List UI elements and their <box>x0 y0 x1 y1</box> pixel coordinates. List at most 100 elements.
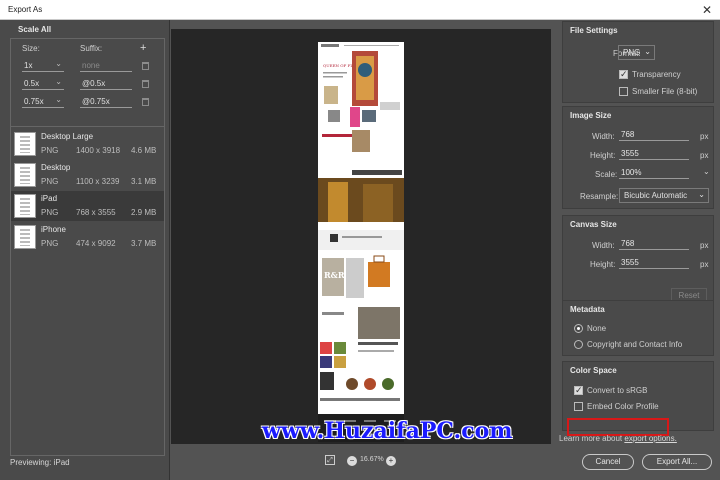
fit-screen-icon[interactable]: ⤢ <box>325 455 335 465</box>
close-icon[interactable]: ✕ <box>702 3 712 17</box>
preset-format: PNG <box>41 208 59 217</box>
chevron-down-icon: ⌄ <box>644 47 651 56</box>
canvas-size-panel: Canvas Size Width: 768 px Height: 3555 p… <box>562 215 714 311</box>
preset-item-ipad[interactable]: iPad PNG 768 x 3555 2.9 MB <box>11 191 164 221</box>
preset-format: PNG <box>41 177 59 186</box>
trash-icon[interactable] <box>142 62 149 70</box>
image-size-panel: Image Size Width: 768 px Height: 3555 px… <box>562 106 714 209</box>
format-select[interactable]: PNG ⌄ <box>618 45 655 60</box>
canvas-width-label: Width: <box>592 241 615 250</box>
canvas-height-input[interactable]: 3555 <box>619 257 689 269</box>
px-unit: px <box>700 241 709 250</box>
dialog-body: Scale All Size: Suffix: + 1x ⌄ none 0.5x ⌄… <box>0 20 720 480</box>
preset-item-desktop[interactable]: Desktop PNG 1100 x 3239 3.1 MB <box>11 160 164 190</box>
zoom-in-button[interactable]: + <box>386 456 396 466</box>
resample-select[interactable]: Bicubic Automatic ⌄ <box>619 188 709 203</box>
preset-item-desktop-large[interactable]: Desktop Large PNG 1400 x 3918 4.6 MB <box>11 129 164 159</box>
convert-srgb-checkbox[interactable] <box>574 385 583 396</box>
chevron-down-icon[interactable]: ⌄ <box>703 167 710 176</box>
watermark-text: www.HuzaifaPC.com <box>262 418 513 444</box>
scale-size-select[interactable]: 1x ⌄ <box>22 59 64 72</box>
embed-profile-label: Embed Color Profile <box>587 402 659 411</box>
chevron-down-icon: ⌄ <box>55 59 62 68</box>
preview-page-image: QUEEN OF FLORA R&R <box>318 42 404 442</box>
scale-size-select[interactable]: 0.75x ⌄ <box>22 95 64 108</box>
transparency-checkbox[interactable] <box>619 69 628 80</box>
px-unit: px <box>700 151 709 160</box>
right-panel: File Settings Format: PNG⌄ Transparency … <box>556 20 720 480</box>
previewing-status: Previewing: iPad <box>10 458 70 467</box>
file-settings-panel: File Settings Format: PNG⌄ Transparency … <box>562 21 714 103</box>
preset-dimensions: 1400 x 3918 <box>76 146 121 155</box>
transparency-label: Transparency <box>632 70 681 79</box>
title-bar: Export As ✕ <box>0 0 720 20</box>
canvas-size-heading: Canvas Size <box>570 220 617 229</box>
preset-name: Desktop Large <box>41 132 94 141</box>
preset-file-size: 2.9 MB <box>131 208 157 217</box>
preset-name: Desktop <box>41 163 71 172</box>
scale-select[interactable]: 100% <box>619 167 689 179</box>
metadata-panel: Metadata None Copyright and Contact Info <box>562 300 714 356</box>
px-unit: px <box>700 260 709 269</box>
export-all-button[interactable]: Export All... <box>642 454 712 470</box>
scale-size-select[interactable]: 0.5x ⌄ <box>22 77 64 90</box>
scale-suffix-input[interactable]: none <box>80 59 132 72</box>
scale-suffix-input[interactable]: @0.5x <box>80 77 132 90</box>
resample-label: Resample: <box>580 192 619 201</box>
scale-suffix-input[interactable]: @0.75x <box>80 95 132 108</box>
preset-format: PNG <box>41 239 59 248</box>
file-settings-heading: File Settings <box>570 26 618 35</box>
metadata-heading: Metadata <box>570 305 605 314</box>
chevron-down-icon: ⌄ <box>698 190 705 199</box>
metadata-copyright-radio[interactable] <box>574 340 583 349</box>
size-label: Size: <box>22 44 40 53</box>
preset-dimensions: 1100 x 3239 <box>76 177 120 186</box>
cancel-button[interactable]: Cancel <box>582 454 634 470</box>
preset-dimensions: 474 x 9092 <box>76 239 116 248</box>
preset-name: iPad <box>41 194 58 203</box>
metadata-none-radio[interactable] <box>574 324 583 333</box>
image-width-label: Width: <box>592 132 615 141</box>
webpage-preview-graphic: QUEEN OF FLORA R&R <box>318 42 404 442</box>
preset-dimensions: 768 x 3555 <box>76 208 116 217</box>
window-title: Export As <box>8 5 43 14</box>
suffix-label: Suffix: <box>80 44 103 53</box>
canvas-width-input[interactable]: 768 <box>619 238 689 250</box>
image-width-input[interactable]: 768 <box>619 129 689 141</box>
zoom-level: 16.67% <box>360 456 384 463</box>
image-height-input[interactable]: 3555 <box>619 148 689 160</box>
preview-letters: R&R <box>324 270 345 280</box>
embed-profile-checkbox[interactable] <box>574 402 583 411</box>
image-size-heading: Image Size <box>570 111 612 120</box>
preset-list: Desktop Large PNG 1400 x 3918 4.6 MB Des… <box>10 126 165 456</box>
export-options-link[interactable]: export options. <box>624 434 676 443</box>
preset-file-size: 3.1 MB <box>131 177 157 186</box>
canvas-height-label: Height: <box>590 260 616 269</box>
preset-thumbnail <box>14 225 36 249</box>
preset-file-size: 3.7 MB <box>131 239 157 248</box>
trash-icon[interactable] <box>142 80 149 88</box>
trash-icon[interactable] <box>142 98 149 106</box>
learn-more-text: Learn more about export options. <box>559 434 677 443</box>
zoom-out-button[interactable]: − <box>347 456 357 466</box>
metadata-none-label: None <box>587 324 607 333</box>
left-panel: Scale All Size: Suffix: + 1x ⌄ none 0.5x ⌄… <box>0 20 170 480</box>
zoom-controls: ⤢ − 16.67% + <box>320 455 400 469</box>
scale-label: Scale: <box>595 170 618 179</box>
preset-thumbnail <box>14 132 36 156</box>
preview-canvas[interactable]: QUEEN OF FLORA R&R <box>171 29 551 444</box>
preset-name: iPhone <box>41 225 66 234</box>
scale-all-heading: Scale All <box>18 25 52 34</box>
add-scale-button[interactable]: + <box>140 42 146 54</box>
px-unit: px <box>700 132 709 141</box>
preset-format: PNG <box>41 146 59 155</box>
preset-thumbnail <box>14 194 36 218</box>
preset-file-size: 4.6 MB <box>131 146 157 155</box>
color-space-heading: Color Space <box>570 366 617 375</box>
chevron-down-icon: ⌄ <box>55 77 62 86</box>
preset-item-iphone[interactable]: iPhone PNG 474 x 9092 3.7 MB <box>11 222 164 252</box>
smaller-file-checkbox[interactable] <box>619 87 628 96</box>
preset-thumbnail <box>14 163 36 187</box>
image-height-label: Height: <box>590 151 616 160</box>
chevron-down-icon: ⌄ <box>55 95 62 104</box>
